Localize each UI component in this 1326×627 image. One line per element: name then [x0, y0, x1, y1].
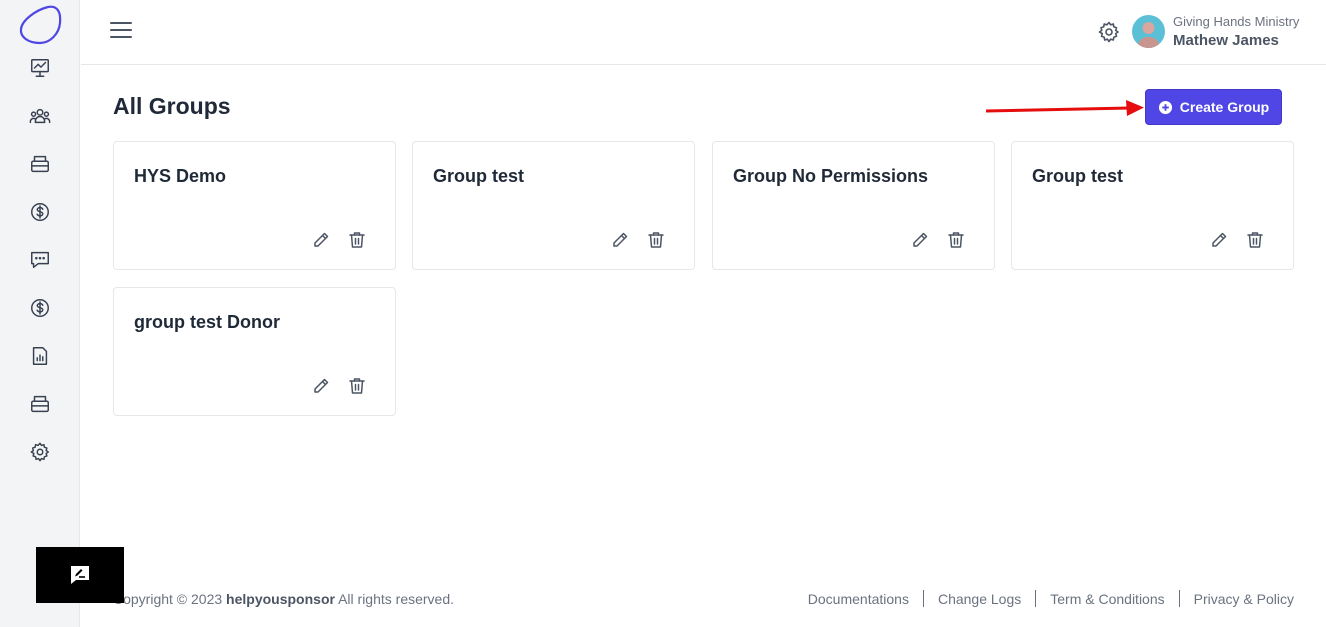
dollar-circle-icon	[31, 299, 49, 317]
sidebar-item-settings[interactable]	[28, 440, 52, 464]
top-bar: Giving Hands Ministry Mathew James	[81, 0, 1326, 65]
divider	[922, 590, 924, 607]
users-group-icon	[29, 108, 51, 124]
copyright-suffix: All rights reserved.	[338, 591, 455, 607]
trash-icon[interactable]	[1245, 230, 1265, 250]
settings-gear-icon[interactable]	[1097, 20, 1121, 44]
archive-box-icon	[31, 155, 49, 173]
sidebar	[0, 0, 80, 627]
brand-name: helpyousponsor	[226, 591, 335, 607]
menu-toggle-button[interactable]	[110, 22, 132, 42]
pencil-icon[interactable]	[311, 376, 331, 396]
sidebar-item-archive-2[interactable]	[28, 392, 52, 416]
organization-name: Giving Hands Ministry	[1173, 14, 1300, 29]
change-logs-link[interactable]: Change Logs	[938, 591, 1021, 607]
group-name: Group test	[433, 166, 525, 186]
archive-box-icon	[31, 395, 49, 413]
sidebar-item-dashboard[interactable]	[28, 56, 52, 80]
copyright-prefix: Copyright © 2023	[113, 591, 223, 607]
hamburger-line	[110, 29, 132, 31]
feedback-chat-button[interactable]	[36, 547, 124, 603]
group-name: HYS Demo	[134, 166, 227, 186]
page-title: All Groups	[113, 93, 231, 119]
hamburger-line	[110, 22, 132, 24]
group-card[interactable]: HYS Demo	[113, 141, 396, 270]
gear-icon	[30, 442, 49, 462]
hamburger-line	[110, 36, 132, 38]
group-name: Group test	[1032, 166, 1124, 186]
dollar-circle-icon	[31, 203, 49, 221]
terms-link[interactable]: Term & Conditions	[1050, 591, 1164, 607]
pencil-icon[interactable]	[610, 230, 630, 250]
sidebar-item-archive[interactable]	[28, 152, 52, 176]
group-card[interactable]: Group No Permissions	[712, 141, 995, 270]
report-document-icon	[32, 347, 48, 365]
sidebar-item-reports[interactable]	[28, 344, 52, 368]
documentations-link[interactable]: Documentations	[808, 591, 909, 607]
sidebar-item-payments[interactable]	[28, 296, 52, 320]
trash-icon[interactable]	[347, 230, 367, 250]
user-name[interactable]: Mathew James	[1173, 32, 1279, 49]
create-group-label: Create Group	[1179, 99, 1270, 115]
group-name: Group No Permissions	[733, 166, 929, 186]
trash-icon[interactable]	[646, 230, 666, 250]
chat-bubble-icon	[31, 251, 49, 269]
pencil-icon[interactable]	[311, 230, 331, 250]
sidebar-item-users[interactable]	[28, 104, 52, 128]
pencil-icon[interactable]	[1209, 230, 1229, 250]
group-card[interactable]: Group test	[412, 141, 695, 270]
divider	[1178, 590, 1180, 607]
sidebar-item-messages[interactable]	[28, 248, 52, 272]
plus-circle-icon	[1158, 100, 1172, 114]
sidebar-item-donations[interactable]	[28, 200, 52, 224]
pencil-icon[interactable]	[910, 230, 930, 250]
group-card[interactable]: group test Donor	[113, 287, 396, 416]
create-group-button[interactable]: Create Group	[1145, 89, 1282, 125]
divider	[1035, 590, 1037, 607]
presentation-chart-icon	[31, 59, 49, 77]
group-name: group test Donor	[134, 312, 280, 332]
footer-links: Documentations Change Logs Term & Condit…	[808, 590, 1294, 607]
trash-icon[interactable]	[946, 230, 966, 250]
annotation-arrow-icon	[985, 100, 1144, 116]
avatar[interactable]	[1132, 15, 1165, 48]
trash-icon[interactable]	[347, 376, 367, 396]
copyright-text: Copyright © 2023 helpyousponsor All righ…	[113, 591, 454, 607]
user-avatar-icon	[1137, 22, 1160, 48]
app-logo[interactable]	[18, 3, 62, 45]
feedback-icon	[71, 566, 89, 584]
group-card[interactable]: Group test	[1011, 141, 1294, 270]
privacy-link[interactable]: Privacy & Policy	[1194, 591, 1294, 607]
